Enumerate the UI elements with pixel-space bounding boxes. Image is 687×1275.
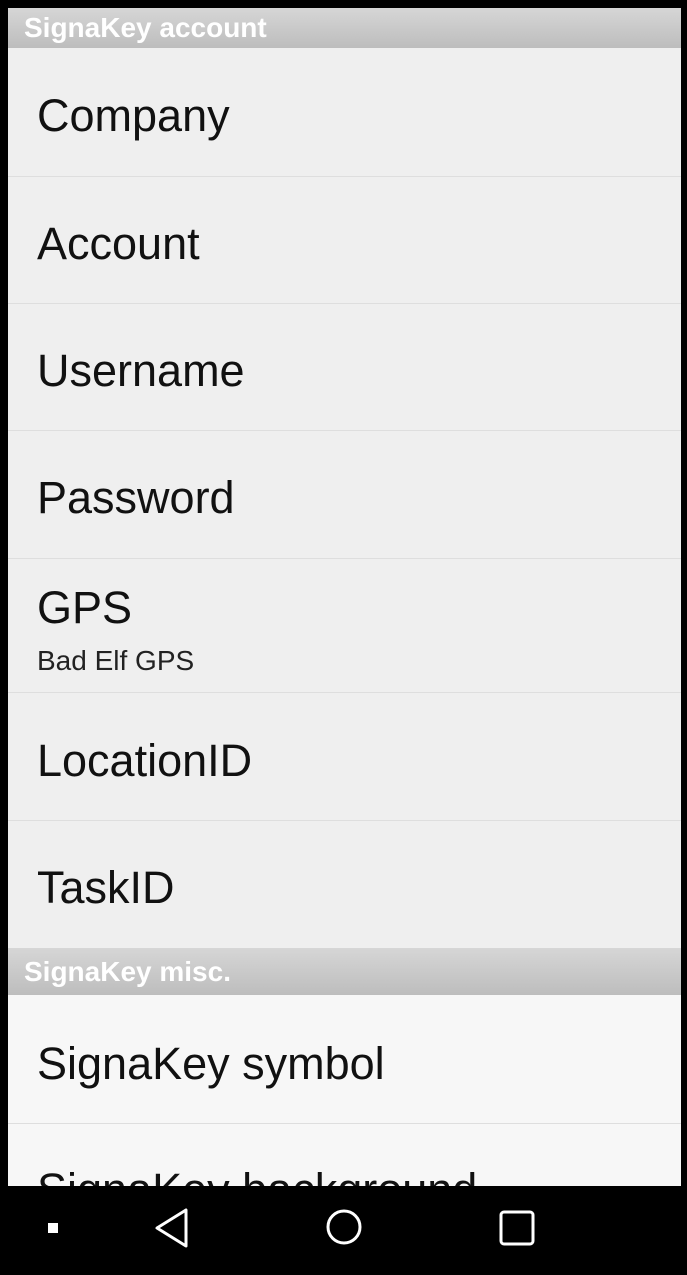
settings-item-gps-summary: Bad Elf GPS bbox=[37, 645, 195, 676]
settings-item-taskid-title: TaskID bbox=[37, 862, 175, 913]
home-circle-icon[interactable] bbox=[324, 1207, 364, 1247]
settings-item-username[interactable]: Username bbox=[8, 304, 681, 431]
settings-item-locationid-title: LocationID bbox=[37, 735, 253, 786]
settings-item-password-title: Password bbox=[37, 472, 235, 523]
settings-item-locationid[interactable]: LocationID bbox=[8, 693, 681, 821]
settings-item-password[interactable]: Password bbox=[8, 431, 681, 559]
settings-item-signakey-symbol-title: SignaKey symbol bbox=[37, 1038, 385, 1089]
settings-item-company[interactable]: Company bbox=[8, 48, 681, 177]
settings-item-signakey-background[interactable]: SignaKey background bbox=[8, 1124, 681, 1186]
square-dot-icon[interactable] bbox=[46, 1221, 60, 1235]
settings-item-username-title: Username bbox=[37, 345, 245, 396]
settings-item-taskid[interactable]: TaskID bbox=[8, 821, 681, 948]
recents-square-icon[interactable] bbox=[498, 1209, 536, 1247]
settings-item-gps[interactable]: GPS Bad Elf GPS bbox=[8, 559, 681, 693]
settings-item-signakey-symbol[interactable]: SignaKey symbol bbox=[8, 995, 681, 1124]
section-header-account: SignaKey account bbox=[8, 8, 681, 48]
settings-item-gps-title: GPS bbox=[37, 582, 133, 633]
section-header-misc: SignaKey misc. bbox=[8, 948, 681, 995]
settings-item-account-title: Account bbox=[37, 218, 200, 269]
back-triangle-icon[interactable] bbox=[152, 1206, 192, 1250]
navigation-bar bbox=[0, 1186, 687, 1275]
settings-item-signakey-background-title: SignaKey background bbox=[37, 1164, 477, 1186]
settings-item-company-title: Company bbox=[37, 90, 230, 141]
settings-screen: SignaKey account Company Account Usernam… bbox=[8, 8, 681, 1186]
section-header-account-label: SignaKey account bbox=[24, 12, 267, 43]
settings-item-account[interactable]: Account bbox=[8, 177, 681, 304]
section-header-misc-label: SignaKey misc. bbox=[24, 956, 231, 987]
